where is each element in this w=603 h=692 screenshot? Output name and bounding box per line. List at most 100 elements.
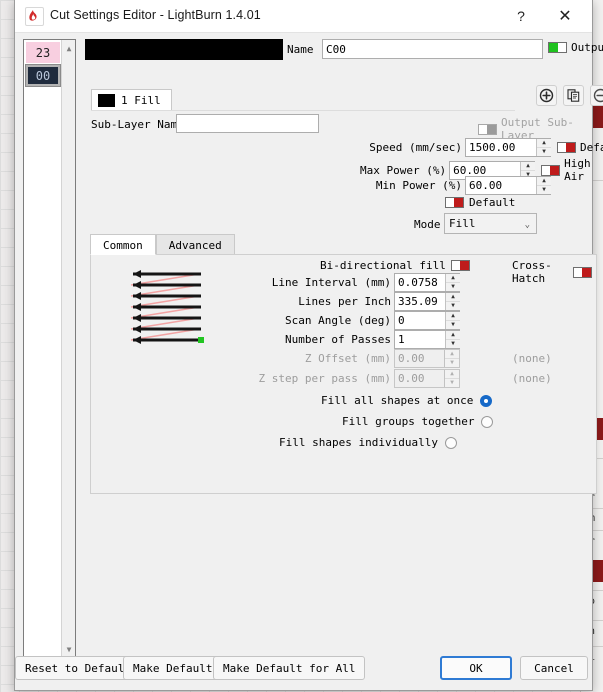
output-toggle-group[interactable]: Output <box>548 41 603 54</box>
power-default-group[interactable]: Default <box>445 196 515 209</box>
help-icon[interactable]: ? <box>502 0 540 32</box>
lines-per-inch-label: Lines per Inch <box>258 295 391 308</box>
lines-per-inch-input[interactable] <box>395 293 445 310</box>
scroll-down-icon[interactable]: ▼ <box>62 642 76 656</box>
number-of-passes-label: Number of Passes <box>258 333 391 346</box>
fill-groups-radio[interactable] <box>481 416 493 428</box>
make-default-for-all-button[interactable]: Make Default for All <box>213 656 365 680</box>
mode-select-value: Fill <box>449 217 476 230</box>
chevron-down-icon: ⌄ <box>525 220 530 230</box>
z-offset-note: (none) <box>512 352 552 365</box>
speed-label: Speed (mm/sec) <box>348 141 462 154</box>
scan-angle-input[interactable] <box>395 312 445 329</box>
speed-spinner[interactable]: ▲▼ <box>465 138 551 157</box>
lines-per-inch-spinner[interactable]: ▲▼ <box>394 292 460 311</box>
sublayer-name-input[interactable] <box>176 114 319 133</box>
speed-default-toggle[interactable] <box>557 142 576 153</box>
scan-angle-label: Scan Angle (deg) <box>258 314 391 327</box>
plus-circle-icon[interactable] <box>536 85 557 106</box>
fill-pattern-preview <box>119 269 215 345</box>
bidirectional-fill-group[interactable]: Bi-directional fill <box>320 259 470 272</box>
speed-stepper[interactable]: ▲▼ <box>536 139 551 156</box>
z-step-per-pass-note: (none) <box>512 372 552 385</box>
tab-common[interactable]: Common <box>90 234 156 255</box>
z-offset-stepper: ▲▼ <box>444 350 459 367</box>
line-interval-label: Line Interval (mm) <box>258 276 391 289</box>
line-interval-input[interactable] <box>395 274 445 291</box>
layer-list-item-00[interactable]: 00 <box>26 65 60 86</box>
output-toggle[interactable] <box>548 42 567 53</box>
speed-default-toggle-group[interactable]: Default <box>557 141 603 154</box>
min-power-stepper[interactable]: ▲▼ <box>536 177 551 194</box>
number-of-passes-stepper[interactable]: ▲▼ <box>445 331 460 348</box>
copy-icon[interactable] <box>563 85 584 106</box>
cancel-button[interactable]: Cancel <box>520 656 588 680</box>
settings-tabstrip: Common Advanced <box>90 234 235 255</box>
z-step-per-pass-value: 0.00 <box>395 370 444 387</box>
line-interval-stepper[interactable]: ▲▼ <box>445 274 460 291</box>
mode-select[interactable]: Fill ⌄ <box>444 213 537 234</box>
crosshatch-toggle[interactable] <box>573 267 592 278</box>
min-power-input[interactable] <box>466 177 536 194</box>
scan-angle-row: Scan Angle (deg) ▲▼ <box>258 311 460 330</box>
lines-per-inch-row: Lines per Inch ▲▼ <box>258 292 460 311</box>
make-default-button[interactable]: Make Default <box>123 656 222 680</box>
z-offset-label: Z Offset (mm) <box>258 352 391 365</box>
ok-button[interactable]: OK <box>440 656 512 680</box>
tab-sublayer-1-fill[interactable]: 1 Fill <box>91 89 172 111</box>
lines-per-inch-stepper[interactable]: ▲▼ <box>445 293 460 310</box>
layer-list-scrollbar[interactable]: ▲ ▼ <box>61 40 75 657</box>
output-toggle-label: Output <box>571 41 603 54</box>
fill-all-shapes-option[interactable]: Fill all shapes at once <box>321 394 492 407</box>
z-step-per-pass-spinner: 0.00 ▲▼ <box>394 369 460 388</box>
tab-advanced[interactable]: Advanced <box>156 234 235 255</box>
layer-color-bar <box>85 39 283 60</box>
dialog-title: Cut Settings Editor - LightBurn 1.4.01 <box>50 8 261 22</box>
fill-all-shapes-label: Fill all shapes at once <box>321 394 473 407</box>
z-step-per-pass-row: Z step per pass (mm) 0.00 ▲▼ <box>243 369 460 388</box>
dialog-body: 23 00 ▲ ▼ Name Output <box>15 33 592 690</box>
output-sublayer-toggle[interactable] <box>478 124 497 135</box>
number-of-passes-row: Number of Passes ▲▼ <box>258 330 460 349</box>
dialog-button-bar: Reset to Default Make Default Make Defau… <box>15 656 592 682</box>
fill-all-shapes-radio[interactable] <box>480 395 492 407</box>
fill-groups-label: Fill groups together <box>342 415 474 428</box>
high-air-label: High Air <box>564 157 603 183</box>
line-interval-spinner[interactable]: ▲▼ <box>394 273 460 292</box>
layer-list-item-23[interactable]: 23 <box>26 42 60 63</box>
tabstrip-divider <box>91 110 515 111</box>
z-step-per-pass-stepper: ▲▼ <box>444 370 459 387</box>
layer-name-input[interactable] <box>322 39 543 59</box>
speed-default-label: Default <box>580 141 603 154</box>
scan-angle-stepper[interactable]: ▲▼ <box>445 312 460 329</box>
power-default-toggle[interactable] <box>445 197 464 208</box>
fill-individually-option[interactable]: Fill shapes individually <box>279 436 457 449</box>
crosshatch-label: Cross-Hatch <box>512 259 568 285</box>
sublayer-tab-label: 1 Fill <box>121 94 161 107</box>
z-offset-row: Z Offset (mm) 0.00 ▲▼ <box>258 349 460 368</box>
minus-circle-icon[interactable] <box>590 85 603 106</box>
layer-list[interactable]: 23 00 ▲ ▼ <box>23 39 76 658</box>
scan-angle-spinner[interactable]: ▲▼ <box>394 311 460 330</box>
bidirectional-fill-label: Bi-directional fill <box>320 259 446 272</box>
scroll-up-icon[interactable]: ▲ <box>62 41 76 55</box>
sublayer-name-label: Sub-Layer Name <box>91 118 184 131</box>
close-icon[interactable]: ✕ <box>546 0 584 32</box>
min-power-spinner[interactable]: ▲▼ <box>465 176 551 195</box>
sublayer-color-swatch <box>98 94 115 107</box>
number-of-passes-spinner[interactable]: ▲▼ <box>394 330 460 349</box>
dialog-title-bar: Cut Settings Editor - LightBurn 1.4.01 ?… <box>15 0 592 33</box>
fill-individually-radio[interactable] <box>445 437 457 449</box>
crosshatch-group[interactable]: Cross-Hatch <box>512 259 592 285</box>
high-air-toggle[interactable] <box>541 165 560 176</box>
line-interval-row: Line Interval (mm) ▲▼ <box>258 273 460 292</box>
number-of-passes-input[interactable] <box>395 331 445 348</box>
mode-label: Mode <box>414 218 441 231</box>
speed-input[interactable] <box>466 139 536 156</box>
bidirectional-fill-toggle[interactable] <box>451 260 470 271</box>
name-label: Name <box>287 43 314 56</box>
cut-settings-editor-dialog: Cut Settings Editor - LightBurn 1.4.01 ?… <box>14 0 593 691</box>
fill-groups-option[interactable]: Fill groups together <box>342 415 493 428</box>
z-offset-value: 0.00 <box>395 350 444 367</box>
fill-individually-label: Fill shapes individually <box>279 436 438 449</box>
